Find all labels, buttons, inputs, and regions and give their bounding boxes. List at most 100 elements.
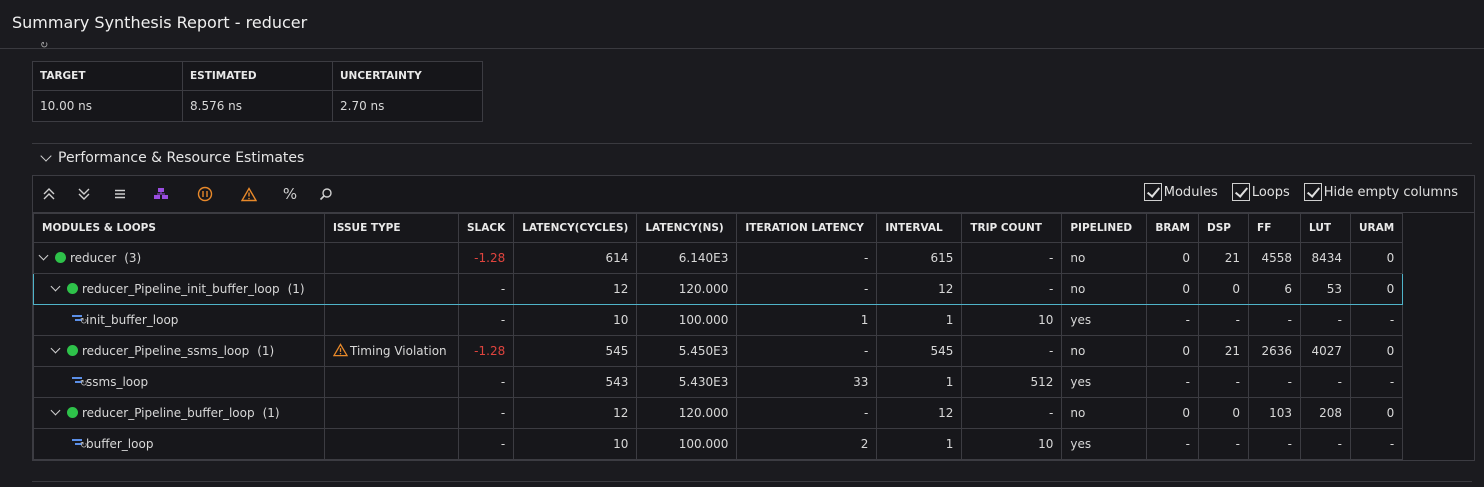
table-row[interactable]: reducer_Pipeline_init_buffer_loop (1) -12 1…	[33, 273, 1404, 305]
timing-estimated-value: 8.576 ns	[182, 90, 333, 122]
row-lat-ns-cell: 120.000	[636, 397, 738, 429]
row-uram-cell: -	[1350, 304, 1404, 336]
status-ok-icon	[67, 345, 78, 356]
timing-header-uncertainty: UNCERTAINTY	[332, 61, 483, 91]
chevron-down-icon[interactable]	[40, 149, 52, 162]
chevron-down-icon[interactable]	[50, 343, 61, 354]
row-ff-cell: 4558	[1248, 242, 1302, 274]
row-slack-cell: -1.28	[457, 242, 515, 274]
row-name-cell[interactable]: ↻ init_buffer_loop	[33, 304, 325, 336]
row-lut-cell: 53	[1300, 273, 1352, 305]
row-lut-cell: -	[1300, 304, 1352, 336]
modules-checkbox[interactable]: Modules	[1143, 183, 1218, 201]
row-uram-cell: 0	[1350, 397, 1404, 429]
col-modules-loops-header[interactable]: MODULES & LOOPS	[33, 213, 325, 243]
row-name-cell[interactable]: reducer_Pipeline_init_buffer_loop (1)	[33, 273, 325, 305]
expand-all-icon[interactable]	[41, 186, 57, 202]
row-trip-cell: 10	[961, 428, 1063, 460]
table-row[interactable]: reducer_Pipeline_buffer_loop (1) -12 120.00…	[33, 397, 1404, 429]
row-bram-cell: -	[1146, 304, 1200, 336]
row-lat-ns-cell: 100.000	[636, 304, 738, 336]
row-interval-cell: 1	[876, 428, 963, 460]
row-name: reducer_Pipeline_buffer_loop	[82, 406, 255, 420]
col-latency-cycles-header[interactable]: LATENCY(CYCLES)	[513, 213, 638, 243]
table-row[interactable]: reducer_Pipeline_ssms_loop (1) Timing Viol…	[33, 335, 1404, 367]
row-name-cell[interactable]: reducer_Pipeline_buffer_loop (1)	[33, 397, 325, 429]
perf-section-header[interactable]: Performance & Resource Estimates	[40, 149, 304, 166]
col-latency-ns-header[interactable]: LATENCY(NS)	[636, 213, 738, 243]
row-lat-cycles-cell: 543	[513, 366, 638, 398]
row-lat-cycles-cell: 545	[513, 335, 638, 367]
chevron-down-icon[interactable]	[38, 250, 49, 261]
col-uram-header[interactable]: URAM	[1350, 213, 1404, 243]
row-name-cell[interactable]: reducer (3)	[33, 242, 325, 274]
warning-icon[interactable]	[332, 342, 349, 360]
row-dsp-cell: -	[1198, 366, 1250, 398]
col-bram-header[interactable]: BRAM	[1146, 213, 1200, 243]
row-lat-ns-cell: 5.430E3	[636, 366, 738, 398]
col-interval-header[interactable]: INTERVAL	[876, 213, 963, 243]
row-dsp-cell: 21	[1198, 242, 1250, 274]
row-trip-cell: -	[961, 273, 1063, 305]
col-pipelined-header[interactable]: PIPELINED	[1061, 213, 1148, 243]
row-iter-lat-cell: -	[736, 335, 878, 367]
chevron-down-icon[interactable]	[50, 405, 61, 416]
list-icon[interactable]	[112, 186, 128, 202]
checkbox-checked-icon[interactable]	[1303, 183, 1322, 201]
row-issue-cell	[324, 273, 459, 305]
row-iter-lat-cell: 2	[736, 428, 878, 460]
row-pipelined-cell: no	[1061, 242, 1148, 274]
table-row[interactable]: ↻ buffer_loop -10 100.000 2 1 10 yes - - - - -	[33, 428, 1404, 460]
table-row[interactable]: ↻ ssms_loop -543 5.430E3 33 1 512 yes - - - - -	[33, 366, 1404, 398]
row-bram-cell: 0	[1146, 273, 1200, 305]
row-lut-cell: -	[1300, 428, 1352, 460]
perf-table: MODULES & LOOPS ISSUE TYPE SLACK LATENCY(CY…	[33, 213, 1404, 460]
hide-empty-columns-checkbox[interactable]: Hide empty columns	[1303, 183, 1458, 201]
table-row[interactable]: reducer (3) -1.28 614 6.140E3-615- no 0 21 4558 8…	[33, 242, 1404, 274]
row-bram-cell: 0	[1146, 397, 1200, 429]
pipeline-icon[interactable]	[197, 186, 213, 202]
row-issue-cell	[324, 242, 459, 274]
row-name-cell[interactable]: ↻ ssms_loop	[33, 366, 325, 398]
chevron-down-icon[interactable]	[50, 281, 61, 292]
row-uram-cell: 0	[1350, 242, 1404, 274]
col-iteration-latency-header[interactable]: ITERATION LATENCY	[736, 213, 878, 243]
row-bram-cell: -	[1146, 366, 1200, 398]
col-slack-header[interactable]: SLACK	[457, 213, 515, 243]
row-trip-cell: 10	[961, 304, 1063, 336]
loops-checkbox[interactable]: Loops	[1231, 183, 1290, 201]
row-slack-cell: -	[457, 397, 515, 429]
hierarchy-icon[interactable]	[153, 186, 169, 202]
row-name: reducer	[70, 251, 117, 265]
row-pipelined-cell: no	[1061, 335, 1148, 367]
col-lut-header[interactable]: LUT	[1300, 213, 1352, 243]
row-name: reducer_Pipeline_init_buffer_loop	[82, 282, 280, 296]
search-icon[interactable]	[318, 186, 334, 202]
table-row[interactable]: ↻ init_buffer_loop -10 100.000 1 1 10 yes - - - - -	[33, 304, 1404, 336]
row-ff-cell: -	[1248, 428, 1302, 460]
section-divider	[32, 143, 1472, 144]
row-name-cell[interactable]: ↻ buffer_loop	[33, 428, 325, 460]
row-lut-cell: 8434	[1300, 242, 1352, 274]
row-pipelined-cell: no	[1061, 397, 1148, 429]
row-issue-cell	[324, 397, 459, 429]
warning-icon[interactable]	[241, 186, 257, 202]
page-title: Summary Synthesis Report - reducer	[12, 13, 308, 32]
percent-icon[interactable]: %	[282, 185, 298, 203]
collapse-all-icon[interactable]	[76, 186, 92, 202]
row-interval-cell: 12	[876, 397, 963, 429]
row-lat-cycles-cell: 10	[513, 428, 638, 460]
col-dsp-header[interactable]: DSP	[1198, 213, 1250, 243]
row-name: init_buffer_loop	[86, 313, 179, 327]
col-trip-count-header[interactable]: TRIP COUNT	[961, 213, 1063, 243]
row-name-cell[interactable]: reducer_Pipeline_ssms_loop (1)	[33, 335, 325, 367]
row-slack-cell: -	[457, 366, 515, 398]
checkbox-checked-icon[interactable]	[1143, 183, 1162, 201]
timing-header-estimated: ESTIMATED	[182, 61, 333, 91]
row-iter-lat-cell: -	[736, 242, 878, 274]
checkbox-checked-icon[interactable]	[1231, 183, 1250, 201]
col-ff-header[interactable]: FF	[1248, 213, 1302, 243]
row-lat-cycles-cell: 12	[513, 397, 638, 429]
col-issue-type-header[interactable]: ISSUE TYPE	[324, 213, 459, 243]
row-iter-lat-cell: -	[736, 397, 878, 429]
